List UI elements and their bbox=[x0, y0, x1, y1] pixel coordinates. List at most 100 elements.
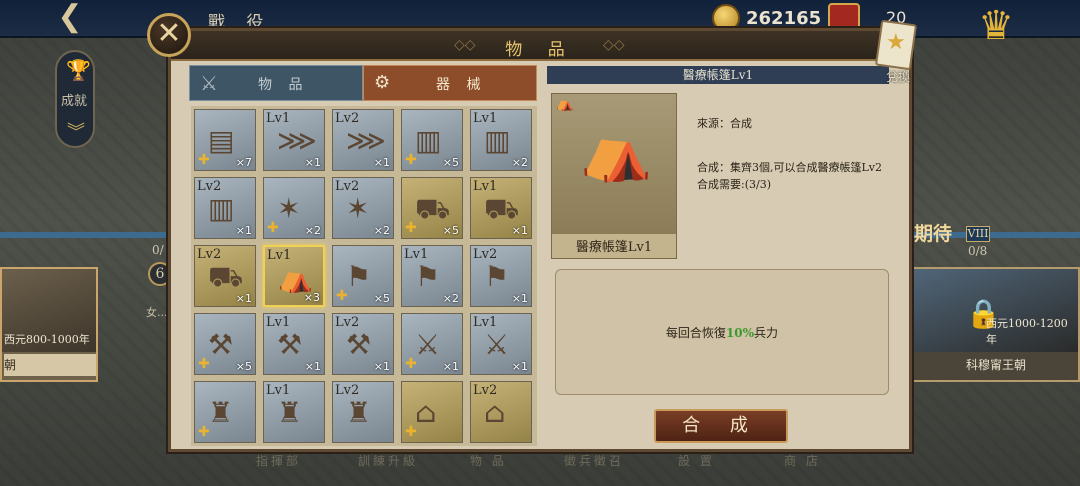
trebuchet-icon: ♜ bbox=[277, 396, 303, 429]
item-count: ×5 bbox=[442, 224, 459, 237]
era-card-right[interactable]: 🔒 西元1000-1200年 科穆甯王朝 bbox=[912, 267, 1080, 382]
item-cell[interactable]: ♜ ✚ bbox=[194, 381, 256, 443]
item-cell[interactable]: ✶ Lv2 ×2 bbox=[332, 177, 394, 239]
item-cell[interactable]: ⌂ ✚ bbox=[401, 381, 463, 443]
item-cell[interactable]: ⚑ Lv1 ×2 bbox=[401, 245, 463, 307]
item-level: Lv2 bbox=[197, 247, 222, 262]
item-cell[interactable]: ⛟ Lv1 ×1 bbox=[470, 177, 532, 239]
nav-recruit[interactable]: 徵兵徵召 bbox=[564, 452, 624, 469]
trebuchet-icon: ♜ bbox=[208, 396, 234, 429]
era-left-name: 朝 bbox=[4, 354, 96, 376]
close-x-icon[interactable]: ✕ bbox=[147, 13, 191, 57]
item-count: ×5 bbox=[373, 292, 390, 305]
item-cell[interactable]: ♜ Lv1 bbox=[263, 381, 325, 443]
item-cell[interactable]: ⚒ Lv1 ×1 bbox=[263, 313, 325, 375]
item-level: Lv2 bbox=[335, 383, 360, 398]
item-count: ×1 bbox=[235, 292, 252, 305]
items-modal: ◇◇ 物 品 ◇◇ ⚔ 物 品 ⚙ 器 械 ▤ ✚ ×7 ⋙ Lv1 ×1 ⋙ Lv2 ×1 ▥ ✚… bbox=[168, 28, 912, 452]
item-count: ×1 bbox=[304, 360, 321, 373]
crown-icon[interactable]: ♛ bbox=[964, 4, 1028, 52]
item-cell[interactable]: ⚒ ✚ ×5 bbox=[194, 313, 256, 375]
item-cell[interactable]: ✶ ✚ ×2 bbox=[263, 177, 325, 239]
effect-prefix: 每回合恢復 bbox=[665, 326, 726, 340]
trebuchet-icon: ♜ bbox=[346, 396, 372, 429]
item-cell[interactable]: ♜ Lv2 bbox=[332, 381, 394, 443]
item-cell[interactable]: ⛺ Lv1 ×3 bbox=[263, 245, 325, 307]
item-level: Lv1 bbox=[404, 247, 429, 262]
tent-icon: ⛺ bbox=[278, 261, 313, 294]
banner-cart-icon: ⚑ bbox=[415, 260, 441, 293]
item-cell[interactable]: ⛟ Lv2 ×1 bbox=[194, 245, 256, 307]
exchange-button[interactable]: ★ 兌換 bbox=[866, 19, 922, 84]
puzzle-piece-icon: ✚ bbox=[405, 356, 417, 372]
item-cell[interactable]: ⛟ ✚ ×5 bbox=[401, 177, 463, 239]
item-count: ×1 bbox=[373, 360, 390, 373]
item-level: Lv1 bbox=[266, 111, 291, 126]
item-cell[interactable]: ▥ ✚ ×5 bbox=[401, 109, 463, 171]
item-count: ×2 bbox=[304, 224, 321, 237]
item-count: ×1 bbox=[511, 360, 528, 373]
tab-items[interactable]: ⚔ 物 品 bbox=[189, 65, 363, 101]
back-arrow-icon[interactable]: ❮ bbox=[44, 2, 96, 34]
item-cell[interactable]: ⚔ Lv1 ×1 bbox=[470, 313, 532, 375]
gold-amount: 262165 bbox=[746, 8, 822, 29]
era-right-years: 西元1000-1200年 bbox=[986, 317, 1068, 346]
achievement-label: 成就 bbox=[61, 94, 88, 109]
era-left-sub: 女... bbox=[146, 306, 168, 319]
modal-header: ◇◇ 物 品 ◇◇ bbox=[171, 31, 909, 61]
item-cell[interactable]: ⌂ Lv2 bbox=[470, 381, 532, 443]
item-cell[interactable]: ⚑ ✚ ×5 bbox=[332, 245, 394, 307]
item-cell[interactable]: ⚒ Lv2 ×1 bbox=[332, 313, 394, 375]
tent-type-icon: ⛺ bbox=[556, 96, 574, 112]
era-right-title: 期待 bbox=[914, 223, 953, 245]
item-cell[interactable]: ⚔ ✚ ×1 bbox=[401, 313, 463, 375]
item-level: Lv1 bbox=[266, 315, 291, 330]
nav-headquarters[interactable]: 指揮部 bbox=[256, 452, 301, 469]
achievement-rail[interactable]: 🏆 成就 ︾ bbox=[55, 50, 95, 148]
item-cell[interactable]: ▤ ✚ ×7 bbox=[194, 109, 256, 171]
nav-shop[interactable]: 商 店 bbox=[784, 452, 821, 469]
tower-icon: ▥ bbox=[208, 192, 235, 225]
effect-value: 10% bbox=[725, 326, 755, 340]
item-cell[interactable]: ⋙ Lv1 ×1 bbox=[263, 109, 325, 171]
puzzle-piece-icon: ✚ bbox=[405, 152, 417, 168]
item-cell[interactable]: ⋙ Lv2 ×1 bbox=[332, 109, 394, 171]
item-count: ×3 bbox=[303, 291, 320, 304]
item-level: Lv1 bbox=[267, 248, 292, 263]
item-cell[interactable]: ▥ Lv1 ×2 bbox=[470, 109, 532, 171]
ballista-icon: ⚔ bbox=[415, 328, 441, 361]
era-card-left[interactable]: 西元800-1000年 朝 bbox=[0, 267, 98, 382]
item-count: ×1 bbox=[235, 224, 252, 237]
effect-box: 每回合恢復10%兵力 bbox=[555, 269, 889, 395]
tower-icon: ▥ bbox=[484, 124, 511, 157]
star-icon: ★ bbox=[886, 30, 906, 55]
caltrops-icon: ✶ bbox=[277, 192, 301, 225]
era-right-badge: VIII bbox=[966, 226, 990, 242]
puzzle-piece-icon: ✚ bbox=[198, 356, 210, 372]
detail-image-card: ⛺ ⛺ 醫療帳篷Lv1 bbox=[551, 93, 677, 259]
effect-suffix: 兵力 bbox=[754, 326, 779, 340]
wagon-icon: ⛟ bbox=[484, 192, 520, 225]
item-count: ×1 bbox=[511, 224, 528, 237]
chest-icon bbox=[828, 3, 860, 31]
effect-text: 每回合恢復10%兵力 bbox=[556, 324, 888, 341]
item-count: ×2 bbox=[511, 156, 528, 169]
synth-text: 合成：集齊3個,可以合成醫療帳篷Lv2 bbox=[697, 161, 883, 174]
chevron-down-icon[interactable]: ︾ bbox=[67, 118, 85, 144]
craft-button[interactable]: 合 成 bbox=[654, 409, 788, 443]
nav-items[interactable]: 物 品 bbox=[470, 452, 507, 469]
item-cell[interactable]: ▥ Lv2 ×1 bbox=[194, 177, 256, 239]
nav-settings[interactable]: 設 置 bbox=[678, 452, 715, 469]
caltrops-icon: ✶ bbox=[346, 192, 370, 225]
spiked-barrier-icon: ⋙ bbox=[277, 124, 317, 157]
tab-items-label: 物 品 bbox=[258, 77, 309, 93]
nav-training[interactable]: 訓練升級 bbox=[358, 452, 418, 469]
era-left-years: 西元800-1000年 bbox=[4, 333, 90, 346]
item-count: ×5 bbox=[442, 156, 459, 169]
tab-equipment[interactable]: ⚙ 器 械 bbox=[363, 65, 537, 101]
puzzle-piece-icon: ✚ bbox=[405, 220, 417, 236]
puzzle-piece-icon: ✚ bbox=[198, 152, 210, 168]
roofed-ram-icon: ⌂ bbox=[484, 396, 506, 429]
item-level: Lv2 bbox=[197, 179, 222, 194]
item-cell[interactable]: ⚑ Lv2 ×1 bbox=[470, 245, 532, 307]
